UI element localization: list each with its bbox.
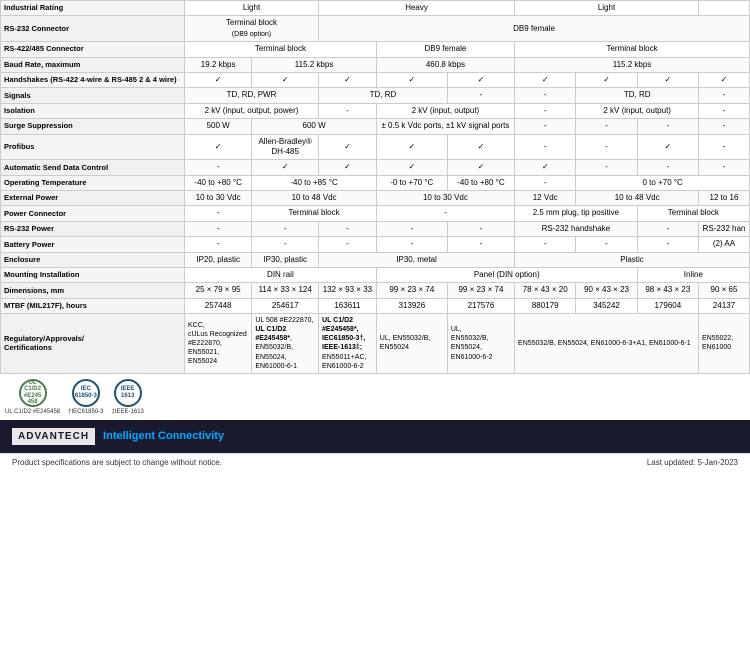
row-label: Baud Rate, maximum [1, 57, 185, 72]
table-row: Operating Temperature -40 to +80 °C -40 … [1, 175, 750, 190]
table-row: Power Connector - Terminal block - 2.5 m… [1, 206, 750, 221]
table-row: Baud Rate, maximum 19.2 kbps 115.2 kbps … [1, 57, 750, 72]
row-label: Surge Suppression [1, 119, 185, 134]
row-label: Battery Power [1, 237, 185, 252]
table-row: Surge Suppression 500 W 600 W ± 0.5 k Vd… [1, 119, 750, 134]
table-row: Profibus ✓ Allen-Bradley®DH-485 ✓ ✓ ✓ - … [1, 134, 750, 160]
row-label: Industrial Rating [1, 1, 185, 16]
row-label: RS-422/485 Connector [1, 42, 185, 57]
table-row: RS-422/485 Connector Terminal block DB9 … [1, 42, 750, 57]
table-row: Automatic Send Data Control - ✓ ✓ ✓ ✓ ✓ … [1, 160, 750, 175]
regulatory-row: Regulatory/Approvals/Certifications KCC,… [1, 314, 750, 374]
row-label: Isolation [1, 103, 185, 118]
table-row: RS-232 Power - - - - - RS-232 handshake … [1, 221, 750, 236]
row-label: Enclosure [1, 252, 185, 267]
table-row: Mounting Installation DIN rail Panel (DI… [1, 268, 750, 283]
row-label: Dimensions, mm [1, 283, 185, 298]
footer-updated: Last updated: 5-Jan-2023 [647, 458, 738, 467]
cert-icon-iec: IEC61850-3 †IEC61850-3 [68, 379, 103, 415]
table-row: External Power 10 to 30 Vdc 10 to 48 Vdc… [1, 191, 750, 206]
footer: ADVANTECH Intelligent Connectivity [0, 420, 750, 453]
table-row: Dimensions, mm 25 × 79 × 95 114 × 33 × 1… [1, 283, 750, 298]
table-row: Handshakes (RS-422 4-wire & RS-485 2 & 4… [1, 72, 750, 87]
row-label: Signals [1, 88, 185, 103]
footer-disclaimer: Product specifications are subject to ch… [12, 458, 222, 467]
table-row: Isolation 2 kV (input, output, power) - … [1, 103, 750, 118]
row-label: Profibus [1, 134, 185, 160]
row-label: Automatic Send Data Control [1, 160, 185, 175]
table-row: Industrial Rating Light Heavy Light [1, 1, 750, 16]
cert-label-ieee: ‡IEEE-1613 [112, 409, 144, 415]
row-label: MTBF (MIL217F), hours [1, 298, 185, 313]
table-row: RS-232 Connector Terminal block(DB9 opti… [1, 16, 750, 42]
table-row: Enclosure IP20, plastic IP30, plastic IP… [1, 252, 750, 267]
cert-circle-ieee: IEEE1613 [114, 379, 142, 407]
row-label: Operating Temperature [1, 175, 185, 190]
row-label: RS-232 Power [1, 221, 185, 236]
cert-circle-iec: IEC61850-3 [72, 379, 100, 407]
spec-table-container: Industrial Rating Light Heavy Light RS-2… [0, 0, 750, 374]
table-row: MTBF (MIL217F), hours 257448 254617 1636… [1, 298, 750, 313]
table-row: Battery Power - - - - - - - - (2) AA [1, 237, 750, 252]
row-label: Power Connector [1, 206, 185, 221]
row-label: External Power [1, 191, 185, 206]
row-label: RS-232 Connector [1, 16, 185, 42]
spec-table: Industrial Rating Light Heavy Light RS-2… [0, 0, 750, 374]
cert-icons-row: ULC1/D2#E245458 UL C1/D2 #E245458 IEC618… [0, 374, 750, 420]
cert-icon-ul: ULC1/D2#E245458 UL C1/D2 #E245458 [5, 379, 60, 415]
footer-tagline: Intelligent Connectivity [103, 430, 224, 442]
cert-icon-ieee: IEEE1613 ‡IEEE-1613 [112, 379, 144, 415]
footer-logo: ADVANTECH [12, 428, 95, 445]
row-label: Mounting Installation [1, 268, 185, 283]
table-row: Signals TD, RD, PWR TD, RD - - TD, RD - [1, 88, 750, 103]
cert-circle-ul: ULC1/D2#E245458 [19, 379, 47, 407]
cert-label-ul: UL C1/D2 #E245458 [5, 409, 60, 415]
cert-label-iec: †IEC61850-3 [68, 409, 103, 415]
row-label: Handshakes (RS-422 4-wire & RS-485 2 & 4… [1, 72, 185, 87]
footer-brand: ADVANTECH Intelligent Connectivity [12, 428, 224, 445]
footer-bottom: Product specifications are subject to ch… [0, 453, 750, 471]
row-label: Regulatory/Approvals/Certifications [1, 314, 185, 374]
